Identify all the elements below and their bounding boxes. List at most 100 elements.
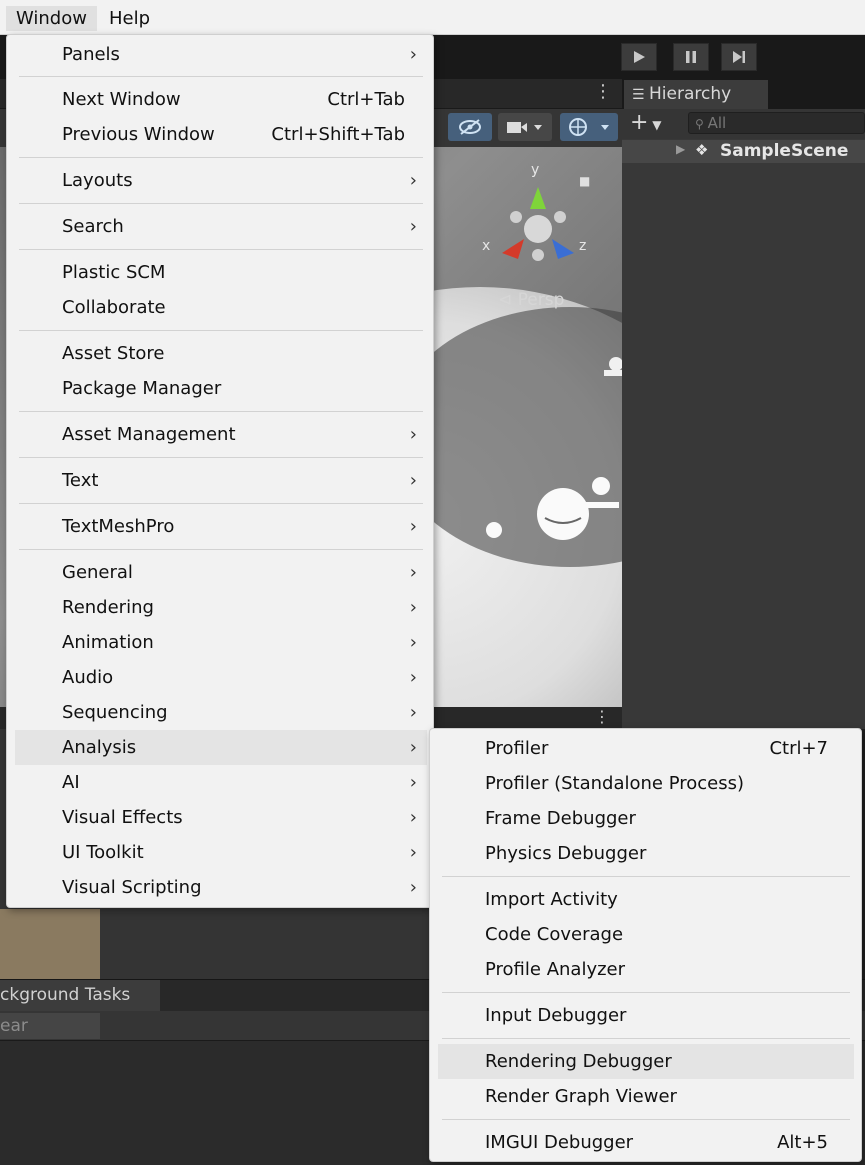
menu-item-label: Asset Management (62, 424, 236, 445)
menu-item-sequencing[interactable]: Sequencing › (15, 695, 427, 730)
axis-z-label: z (579, 238, 587, 254)
menu-item-shortcut: Ctrl+Tab (327, 89, 405, 110)
menu-item-render-graph-viewer[interactable]: Render Graph Viewer (438, 1079, 854, 1114)
menu-item-label: Collaborate (62, 297, 166, 318)
menu-separator (19, 411, 423, 412)
menu-item-rendering-debugger[interactable]: Rendering Debugger (438, 1044, 854, 1079)
menu-separator (19, 249, 423, 250)
chevron-right-icon: › (409, 807, 417, 828)
menu-item-label: Profiler (485, 738, 549, 759)
menubar-help[interactable]: Help (99, 6, 160, 31)
hierarchy-search-input[interactable]: ⚲ All (688, 112, 865, 134)
menu-item-rendering[interactable]: Rendering › (15, 590, 427, 625)
background-tasks-tab[interactable]: ckground Tasks (0, 980, 160, 1011)
menu-item-package-manager[interactable]: Package Manager (15, 371, 427, 406)
more-options-icon[interactable]: ⋮ (594, 81, 612, 102)
menu-item-frame-debugger[interactable]: Frame Debugger (438, 801, 854, 836)
step-icon (733, 51, 745, 63)
menu-item-label: Previous Window (62, 124, 215, 145)
menu-item-code-coverage[interactable]: Code Coverage (438, 917, 854, 952)
menu-item-plastic-scm[interactable]: Plastic SCM (15, 255, 427, 290)
menu-item-label: Visual Scripting (62, 877, 202, 898)
menu-item-label: IMGUI Debugger (485, 1132, 634, 1153)
hierarchy-panel (622, 139, 865, 729)
menubar-window[interactable]: Window (6, 6, 97, 31)
menu-item-general[interactable]: General › (15, 555, 427, 590)
menu-item-label: Render Graph Viewer (485, 1086, 677, 1107)
menu-item-text[interactable]: Text › (15, 463, 427, 498)
tab-hierarchy[interactable]: ☰ Hierarchy (624, 80, 768, 109)
menu-item-label: Analysis (62, 737, 137, 758)
menu-item-ui-toolkit[interactable]: UI Toolkit › (15, 835, 427, 870)
menu-item-collaborate[interactable]: Collaborate (15, 290, 427, 325)
menu-item-label: Panels (62, 44, 120, 65)
step-button[interactable] (721, 43, 757, 71)
lock-icon[interactable]: ■ (579, 174, 590, 188)
menu-item-label: General (62, 562, 133, 583)
menu-item-layouts[interactable]: Layouts › (15, 163, 427, 198)
menu-item-label: Package Manager (62, 378, 222, 399)
menu-item-label: Audio (62, 667, 114, 688)
pause-button[interactable] (673, 43, 709, 71)
chevron-right-icon: › (409, 44, 417, 65)
menu-item-label: Profiler (Standalone Process) (485, 773, 745, 794)
menu-item-label: Search (62, 216, 124, 237)
camera-dropdown[interactable] (498, 113, 552, 141)
menu-item-previous-window[interactable]: Previous Window Ctrl+Shift+Tab (15, 117, 427, 152)
axis-x-label: x (482, 238, 491, 254)
menu-item-textmeshpro[interactable]: TextMeshPro › (15, 509, 427, 544)
camera-icon (507, 122, 542, 133)
unity-scene-icon: ❖ (695, 141, 709, 159)
chevron-right-icon: › (409, 170, 417, 191)
menu-item-profile-analyzer[interactable]: Profile Analyzer (438, 952, 854, 987)
axis-y-label: y (531, 162, 540, 178)
menu-item-physics-debugger[interactable]: Physics Debugger (438, 836, 854, 871)
menu-item-visual-effects[interactable]: Visual Effects › (15, 800, 427, 835)
menubar: Window Help (0, 0, 865, 35)
play-button[interactable] (621, 43, 657, 71)
gizmos-dropdown[interactable] (560, 113, 618, 141)
menu-item-input-debugger[interactable]: Input Debugger (438, 998, 854, 1033)
menu-item-audio[interactable]: Audio › (15, 660, 427, 695)
chevron-right-icon: › (409, 470, 417, 491)
chevron-right-icon: › (409, 562, 417, 583)
menu-item-profiler[interactable]: Profiler Ctrl+7 (438, 731, 854, 766)
menu-item-label: Plastic SCM (62, 262, 166, 283)
add-label: + (630, 110, 649, 135)
menu-item-import-activity[interactable]: Import Activity (438, 882, 854, 917)
lower-more-icon[interactable]: ⋮ (594, 707, 610, 726)
menu-item-next-window[interactable]: Next Window Ctrl+Tab (15, 82, 427, 117)
chevron-right-icon: › (409, 772, 417, 793)
clear-inactive-button[interactable]: ear inactive (0, 1013, 100, 1062)
menu-separator (442, 1119, 850, 1120)
chevron-down-icon: ▼ (648, 118, 662, 132)
menu-item-panels[interactable]: Panels › (15, 37, 427, 72)
chevron-right-icon: › (409, 516, 417, 537)
menu-item-label: Text (62, 470, 99, 491)
menu-item-analysis[interactable]: Analysis › (15, 730, 427, 765)
menu-item-label: Frame Debugger (485, 808, 636, 829)
persp-label[interactable]: ⊲ Persp (498, 290, 564, 310)
window-menu: Panels › Next Window Ctrl+Tab Previous Windo… (6, 34, 434, 908)
menu-item-visual-scripting[interactable]: Visual Scripting › (15, 870, 427, 905)
hierarchy-tab-label: Hierarchy (649, 84, 732, 104)
menu-item-animation[interactable]: Animation › (15, 625, 427, 660)
menu-item-label: Layouts (62, 170, 133, 191)
chevron-right-icon: › (409, 632, 417, 653)
visibility-toggle[interactable] (448, 113, 492, 141)
menu-item-asset-store[interactable]: Asset Store (15, 336, 427, 371)
menu-item-profiler-standalone-process[interactable]: Profiler (Standalone Process) (438, 766, 854, 801)
menu-item-imgui-debugger[interactable]: IMGUI Debugger Alt+5 (438, 1125, 854, 1160)
menu-item-label: Import Activity (485, 889, 618, 910)
menu-item-ai[interactable]: AI › (15, 765, 427, 800)
menu-separator (19, 330, 423, 331)
add-button[interactable]: + ▼ (630, 110, 661, 135)
menu-item-asset-management[interactable]: Asset Management › (15, 417, 427, 452)
menu-item-label: Code Coverage (485, 924, 624, 945)
search-icon: ⚲ (695, 117, 708, 131)
menu-item-search[interactable]: Search › (15, 209, 427, 244)
menu-separator (19, 457, 423, 458)
gizmo-globe-icon (569, 118, 609, 136)
menu-separator (442, 992, 850, 993)
chevron-right-icon: › (409, 702, 417, 723)
